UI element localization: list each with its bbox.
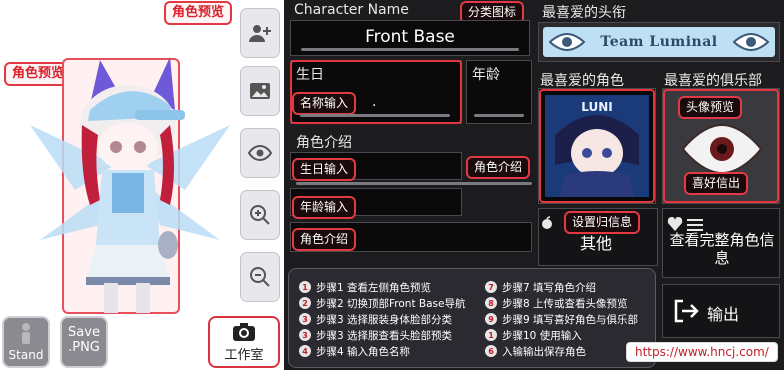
intro-underline-1 [296,182,532,185]
zoom-in-button[interactable] [240,190,280,240]
step-item: 8 步骤8 上传或查看头像预览 [485,295,665,311]
birthday-input-tag: 生日输入 [292,158,357,181]
intro-tag: 角色介绍 [466,156,531,179]
age-input-tag: 年龄输入 [292,196,357,219]
step-item: 1 步骤1 查看左侧角色预览 [299,279,479,295]
avatar-preview-tag: 头像预览 [678,96,743,119]
save-png-label: Save .PNG [68,325,100,355]
top-preview-tag: 角色预览 [164,1,233,25]
fav-title-label: 最喜爱的头衔 [542,5,626,21]
add-user-icon [249,25,271,42]
zoom-in-icon [250,205,270,225]
stand-label: Stand [8,348,44,362]
steps-guide: 1 步骤1 查看左侧角色预览 2 步骤2 切换顶部Front Base导航 3 步骤3… [288,268,656,368]
intro-label: 角色介绍 [296,135,352,151]
zoom-out-icon [250,267,270,287]
birthday-underline [300,114,450,117]
name-input-tag: 名称输入 [292,92,357,115]
full-info-button[interactable]: 查看完整角色信息 [662,208,780,278]
zoom-out-button[interactable] [240,252,280,302]
step-item: 3 步骤3 选择服查看头脸部预类 [299,327,479,343]
exit-icon [674,299,699,323]
apple-icon [542,216,552,229]
other-label: 其他 [580,234,613,253]
character-name-field[interactable]: Front Base [290,20,530,56]
step-item: 9 步骤9 填写喜好角色与俱乐部 [485,311,665,327]
intro-input-tag: 角色介绍 [292,228,357,251]
step-item: 1 步骤10 使用输入 [485,327,665,343]
image-button[interactable] [240,66,280,116]
full-info-label: 查看完整角色信息 [669,231,775,267]
character-name-label: Character Name [294,2,409,18]
stand-figure-icon [22,323,30,344]
step-item: 4 步骤4 输入角色名称 [299,343,479,359]
step-item: 7 步骤7 填写角色介绍 [485,279,665,295]
save-png-button[interactable]: Save .PNG [60,316,108,368]
export-label: 输出 [707,305,740,324]
stand-button[interactable]: Stand [2,316,50,368]
eye-icon [248,144,272,162]
character-name-value: Front Base [365,27,455,47]
camera-icon [233,322,255,341]
step-item: 2 步骤2 切换顶部Front Base导航 [299,295,479,311]
fav-char-portrait: LUNI [545,95,649,197]
watermark-url: https://www.hncj.com/ [626,342,778,362]
image-icon [250,83,270,99]
fav-char-label: 最喜爱的角色 [540,73,624,89]
character-preview-area: 角色预览 角色预览 Stand Save .PNG 工作室 [0,0,284,370]
fav-title-value: Team Luminal [600,34,718,50]
fav-char-frame[interactable]: LUNI [538,88,656,204]
club-eye-icon [681,123,763,175]
birthday-value: . [372,94,377,110]
eye-emblem-left-icon [549,32,585,52]
studio-label: 工作室 [224,347,264,363]
fav-club-label: 最喜爱的俱乐部 [664,73,762,89]
character-figure [30,57,230,313]
eye-emblem-right-icon [732,32,769,52]
add-user-button[interactable] [240,8,280,58]
hobby-tag: 喜好信出 [684,172,749,195]
view-button[interactable] [240,128,280,178]
svg-text:LUNI: LUNI [581,100,612,114]
fav-title-field[interactable]: Team Luminal [538,22,780,62]
export-button[interactable]: 输出 [662,284,780,338]
studio-button[interactable]: 工作室 [208,316,280,368]
age-underline [474,114,524,117]
step-item: 3 步骤3 选择服装身体脸部分类 [299,311,479,327]
age-label: 年龄 [472,67,500,83]
